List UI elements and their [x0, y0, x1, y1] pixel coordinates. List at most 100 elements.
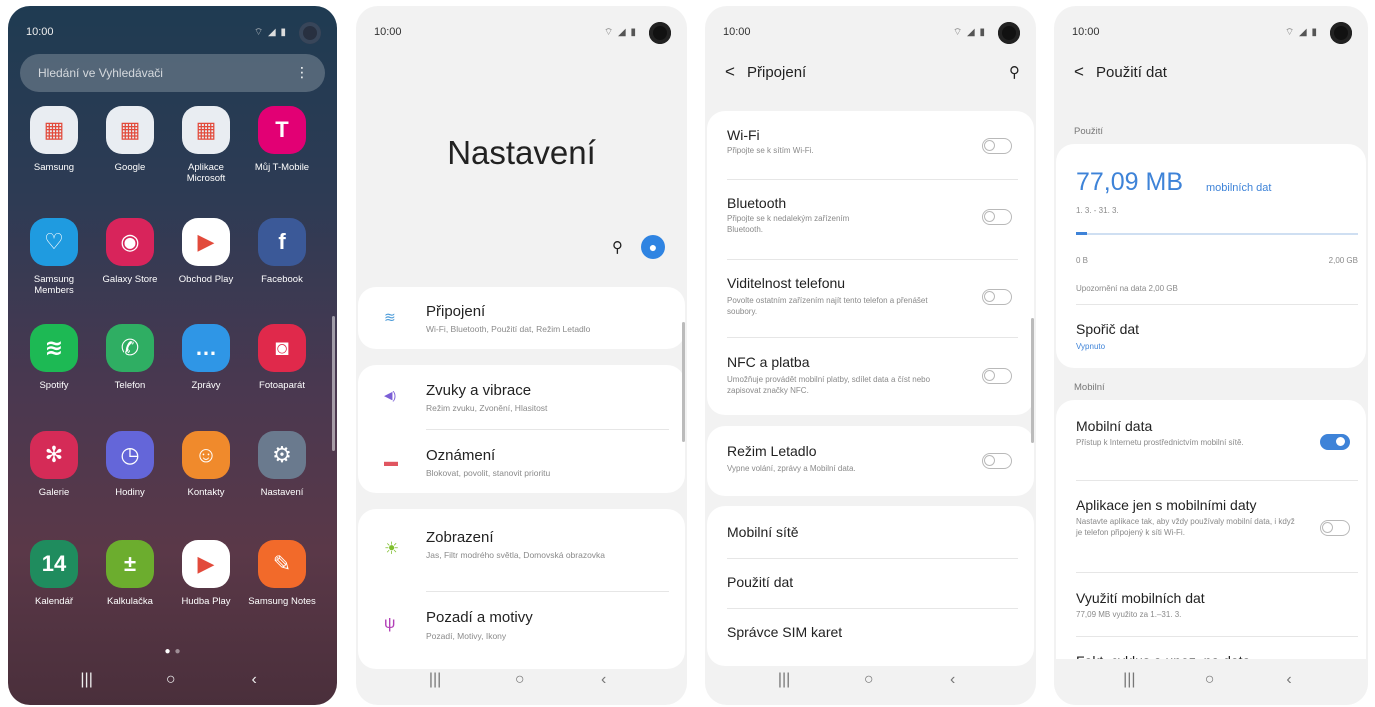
- search-bar[interactable]: Hledání ve Vyhledávači ⋮: [20, 54, 325, 92]
- more-options-icon[interactable]: ⋮: [295, 64, 309, 81]
- back-button[interactable]: ‹: [601, 671, 606, 689]
- settings-item-subtitle: Wi-Fi, Bluetooth, Použití dat, Režim Let…: [426, 324, 591, 334]
- recent-apps-button[interactable]: |||: [80, 671, 92, 689]
- connection-row-data-usage[interactable]: Použití dat: [707, 558, 1034, 608]
- visibility-toggle[interactable]: [982, 289, 1012, 305]
- back-button[interactable]: ‹: [251, 671, 256, 689]
- app-icon-hudba-play[interactable]: ▶ Hudba Play: [168, 540, 244, 607]
- settings-card-sound: ◀) Zvuky a vibrace Režim zvuku, Zvonění,…: [358, 365, 685, 493]
- mobile-data-usage-row[interactable]: Využití mobilních dat 77,09 MB využito z…: [1056, 574, 1366, 634]
- scrollbar[interactable]: [682, 322, 685, 442]
- home-button[interactable]: ○: [166, 671, 176, 689]
- connection-row-nfc[interactable]: NFC a platba Umožňuje provádět mobilní p…: [707, 337, 1034, 415]
- mobile-data-row[interactable]: Mobilní data Přístup k Internetu prostře…: [1056, 400, 1366, 480]
- row-title: Bluetooth: [727, 195, 787, 211]
- apps-mobile-only-toggle[interactable]: [1320, 520, 1350, 536]
- app-icon-samsung-members[interactable]: ♡ Samsung Members: [16, 218, 92, 296]
- app-icon-kalkula-ka[interactable]: ± Kalkulačka: [92, 540, 168, 607]
- app-icon-nastaven-[interactable]: ⚙ Nastavení: [244, 431, 320, 498]
- data-warning-label: Upozornění na data 2,00 GB: [1076, 284, 1178, 293]
- app-icon-kontakty[interactable]: ☺ Kontakty: [168, 431, 244, 498]
- app-label: Samsung: [33, 162, 75, 173]
- app-icon-samsung-notes[interactable]: ✎ Samsung Notes: [244, 540, 320, 607]
- brush-icon: ψ: [384, 615, 396, 632]
- home-button[interactable]: ○: [515, 671, 525, 689]
- app-icon-zpr-vy[interactable]: … Zprávy: [168, 324, 244, 391]
- home-button[interactable]: ○: [1205, 671, 1215, 689]
- data-usage-screen: 10:00 ⌔ ◢ ▮ < Použití dat Použití 77,09 …: [1054, 6, 1368, 705]
- app-icon-spotify[interactable]: ≋ Spotify: [16, 324, 92, 391]
- app-glyph-icon: ✆: [106, 324, 154, 372]
- apps-mobile-only-row[interactable]: Aplikace jen s mobilními daty Nastavte a…: [1056, 480, 1366, 572]
- camera-cutout: [299, 22, 321, 44]
- usage-card: 77,09 MB mobilních dat 1. 3. - 31. 3. 0 …: [1056, 144, 1366, 368]
- connection-row-sim-manager[interactable]: Správce SIM karet: [707, 608, 1034, 658]
- nfc-toggle[interactable]: [982, 368, 1012, 384]
- scrollbar[interactable]: [1031, 318, 1034, 443]
- back-arrow-icon[interactable]: <: [1074, 62, 1084, 82]
- app-icon-samsung[interactable]: ▦ Samsung: [16, 106, 92, 173]
- back-button[interactable]: ‹: [1286, 671, 1291, 689]
- settings-screen: 10:00 ⌔ ◢ ▮ Nastavení ⚲ ● ≋ Připojení Wi…: [356, 6, 687, 705]
- connection-row-mobile-networks[interactable]: Mobilní sítě: [707, 506, 1034, 558]
- app-icon-galaxy-store[interactable]: ◉ Galaxy Store: [92, 218, 168, 285]
- airplane-toggle[interactable]: [982, 453, 1012, 469]
- recent-apps-button[interactable]: |||: [429, 671, 441, 689]
- connections-card-airplane: Režim Letadlo Vypne volání, zprávy a Mob…: [707, 426, 1034, 496]
- connection-row-visibility[interactable]: Viditelnost telefonu Povolte ostatním za…: [707, 259, 1034, 337]
- wifi-icon: ≋: [384, 309, 396, 325]
- settings-item-title: Zvuky a vibrace: [426, 382, 532, 399]
- scrollbar[interactable]: [332, 316, 335, 451]
- recent-apps-button[interactable]: |||: [1123, 671, 1135, 689]
- apps-mobile-only-title: Aplikace jen s mobilními daty: [1076, 497, 1257, 513]
- app-glyph-icon: ▶: [182, 540, 230, 588]
- app-icon-galerie[interactable]: ✻ Galerie: [16, 431, 92, 498]
- back-arrow-icon[interactable]: <: [725, 62, 735, 82]
- data-saver-title: Spořič dat: [1076, 321, 1140, 337]
- app-label: Kalendář: [34, 596, 74, 607]
- settings-item-display[interactable]: ☀ Zobrazení Jas, Filtr modrého světla, D…: [358, 509, 685, 589]
- bluetooth-toggle[interactable]: [982, 209, 1012, 225]
- row-subtitle: Připojte se k sítím Wi-Fi.: [727, 146, 814, 155]
- app-icon-facebook[interactable]: f Facebook: [244, 218, 320, 285]
- settings-item-sounds[interactable]: ◀) Zvuky a vibrace Režim zvuku, Zvonění,…: [358, 365, 685, 429]
- app-label: Spotify: [39, 380, 69, 391]
- bar-max-label: 2,00 GB: [1328, 256, 1358, 265]
- app-glyph-icon: 14: [30, 540, 78, 588]
- app-icon-telefon[interactable]: ✆ Telefon: [92, 324, 168, 391]
- app-icon-hodiny[interactable]: ◷ Hodiny: [92, 431, 168, 498]
- app-label: Samsung Members: [33, 274, 75, 296]
- connection-row-airplane[interactable]: Režim Letadlo Vypne volání, zprávy a Mob…: [707, 426, 1034, 496]
- wifi-toggle[interactable]: [982, 138, 1012, 154]
- account-icon[interactable]: ●: [641, 235, 665, 259]
- data-saver-row[interactable]: Spořič dat Vypnuto: [1056, 306, 1366, 366]
- search-icon[interactable]: ⚲: [1009, 63, 1020, 81]
- connection-row-wifi[interactable]: Wi-Fi Připojte se k sítím Wi-Fi.: [707, 111, 1034, 179]
- app-icon-obchod-play[interactable]: ▶ Obchod Play: [168, 218, 244, 285]
- settings-item-themes[interactable]: ψ Pozadí a motivy Pozadí, Motivy, Ikony: [358, 593, 685, 663]
- row-title: Mobilní sítě: [727, 524, 799, 540]
- app-icon-m-j-t-mobile[interactable]: T Můj T-Mobile: [244, 106, 320, 173]
- home-button[interactable]: ○: [864, 671, 874, 689]
- app-icon-aplikace-microsoft[interactable]: ▦ Aplikace Microsoft: [168, 106, 244, 184]
- nav-bar: ||| ○ ‹: [8, 659, 337, 705]
- settings-item-subtitle: Blokovat, povolit, stanovit prioritu: [426, 468, 551, 478]
- app-glyph-icon: ◉: [106, 218, 154, 266]
- status-bar: 10:00 ⌔ ◢ ▮: [374, 22, 673, 44]
- app-glyph-icon: ◙: [258, 324, 306, 372]
- app-icon-google[interactable]: ▦ Google: [92, 106, 168, 173]
- status-time: 10:00: [723, 26, 751, 38]
- app-glyph-icon: f: [258, 218, 306, 266]
- settings-item-notifications[interactable]: ▬ Oznámení Blokovat, povolit, stanovit p…: [358, 429, 685, 493]
- back-button[interactable]: ‹: [950, 671, 955, 689]
- settings-item-subtitle: Režim zvuku, Zvonění, Hlasitost: [426, 403, 548, 413]
- app-icon-kalend-[interactable]: 14 Kalendář: [16, 540, 92, 607]
- connection-row-bluetooth[interactable]: Bluetooth Připojte se k nedalekým zaříze…: [707, 179, 1034, 259]
- app-icon-fotoapar-t[interactable]: ◙ Fotoaparát: [244, 324, 320, 391]
- search-icon[interactable]: ⚲: [612, 238, 623, 256]
- page-indicator: ● ●: [164, 646, 181, 657]
- mobile-data-toggle[interactable]: [1320, 434, 1350, 450]
- settings-item-connections[interactable]: ≋ Připojení Wi-Fi, Bluetooth, Použití da…: [358, 287, 685, 349]
- recent-apps-button[interactable]: |||: [778, 671, 790, 689]
- app-glyph-icon: T: [258, 106, 306, 154]
